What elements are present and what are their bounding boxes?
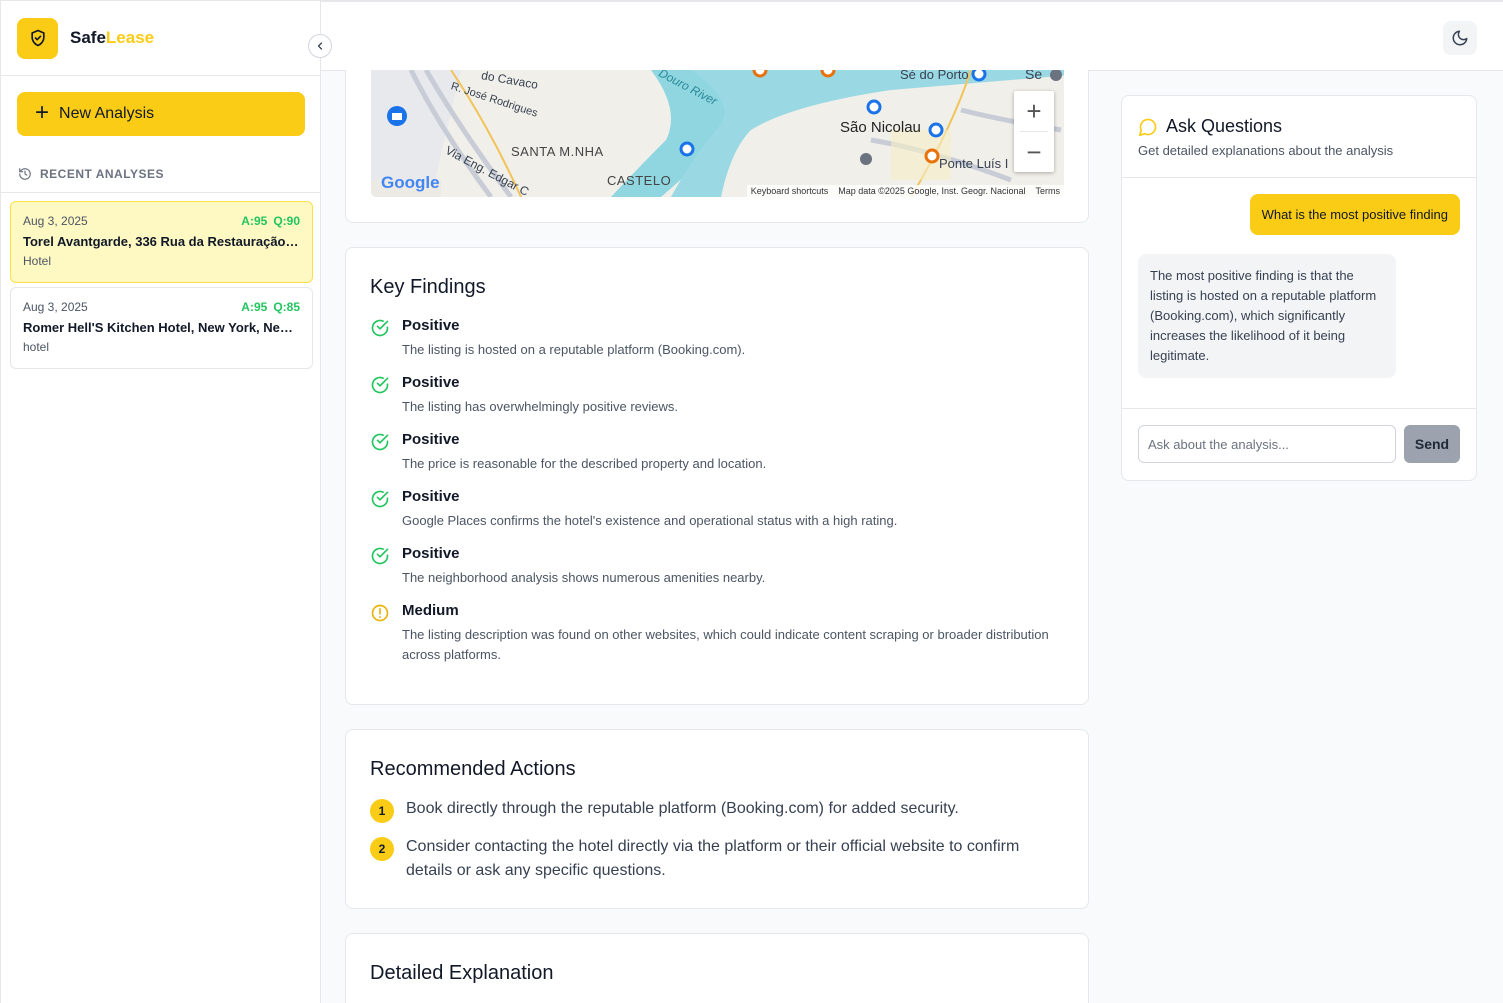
- map-footer: Keyboard shortcuts Map data ©2025 Google…: [746, 185, 1064, 197]
- action-text: Book directly through the reputable plat…: [406, 800, 959, 817]
- check-circle-icon: [371, 490, 389, 508]
- finding-description: The neighborhood analysis shows numerous…: [402, 570, 766, 585]
- assistant-message-bubble: The most positive finding is that the li…: [1138, 254, 1396, 378]
- detailed-explanation-title: Detailed Explanation: [370, 962, 554, 984]
- brand-name-part2: Lease: [105, 28, 155, 47]
- question-input[interactable]: [1138, 425, 1396, 463]
- finding-level: Positive: [402, 431, 460, 448]
- finding-description: The listing description was found on oth…: [402, 627, 1049, 662]
- divider: [1, 192, 321, 193]
- recent-analysis-item[interactable]: Aug 3, 2025 A:95 Q:90 Torel Avantgarde, 3…: [10, 201, 313, 283]
- location-map[interactable]: do Cavaco R. José Rodrigues Douro River …: [371, 70, 1064, 197]
- authenticity-score: A:95: [241, 300, 268, 314]
- brand-name-part1: Safe: [70, 28, 106, 47]
- top-bar: [321, 0, 1503, 71]
- detailed-explanation-card: Detailed Explanation: [345, 933, 1089, 1003]
- zoom-in-button[interactable]: +: [1014, 91, 1054, 131]
- action-item: 1 Book directly through the reputable pl…: [370, 799, 1064, 823]
- action-item: 2 Consider contacting the hotel directly…: [370, 837, 1064, 883]
- brand[interactable]: SafeLease: [1, 1, 320, 76]
- item-date: Aug 3, 2025: [23, 300, 88, 314]
- map-zoom-control: + −: [1014, 91, 1054, 172]
- map-label: Sé do Porto: [900, 70, 969, 82]
- new-analysis-button[interactable]: + New Analysis: [17, 92, 305, 136]
- recommended-actions-title: Recommended Actions: [370, 758, 576, 780]
- item-type: hotel: [23, 340, 50, 354]
- item-title: Romer Hell'S Kitchen Hotel, New York, Ne…: [23, 320, 300, 335]
- map-label: Se: [1025, 70, 1043, 82]
- check-circle-icon: [371, 376, 389, 394]
- finding-description: The price is reasonable for the describe…: [402, 456, 767, 471]
- item-type: Hotel: [23, 254, 52, 268]
- zoom-out-button[interactable]: −: [1014, 132, 1054, 172]
- authenticity-score: A:95: [241, 214, 268, 228]
- finding-item: Positive The price is reasonable for the …: [370, 431, 1064, 474]
- check-circle-icon: [371, 319, 389, 337]
- chat-bubble-icon: [1138, 118, 1157, 136]
- map-label: SANTA M.NHA: [511, 144, 604, 159]
- finding-level: Positive: [402, 317, 460, 334]
- item-scores: A:95 Q:90: [241, 214, 300, 228]
- quality-score: Q:85: [273, 300, 300, 314]
- collapse-sidebar-button[interactable]: [308, 34, 332, 58]
- finding-level: Positive: [402, 488, 460, 505]
- brand-name: SafeLease: [70, 28, 154, 48]
- ask-questions-panel: Ask Questions Get detailed explanations …: [1121, 95, 1477, 481]
- sidebar: SafeLease + New Analysis RECENT ANALYSES…: [0, 0, 321, 1003]
- terms-link[interactable]: Terms: [1036, 186, 1061, 196]
- map-label: São Nicolau: [840, 119, 921, 136]
- keyboard-shortcuts-link[interactable]: Keyboard shortcuts: [751, 186, 829, 196]
- check-circle-icon: [371, 547, 389, 565]
- ask-input-bar: Send: [1122, 408, 1476, 480]
- map-card: do Cavaco R. José Rodrigues Douro River …: [345, 70, 1089, 223]
- finding-item: Positive The listing has overwhelmingly p…: [370, 374, 1064, 417]
- key-findings-card: Key Findings Positive The listing is host…: [345, 247, 1089, 705]
- send-button[interactable]: Send: [1404, 425, 1460, 463]
- history-icon: [19, 168, 31, 180]
- action-number-badge: 1: [370, 799, 394, 823]
- finding-item: Medium The listing description was found …: [370, 602, 1064, 665]
- ask-title-label: Ask Questions: [1166, 116, 1283, 136]
- new-analysis-label: New Analysis: [59, 105, 155, 122]
- finding-item: Positive The neighborhood analysis shows …: [370, 545, 1064, 588]
- map-label: CASTELO: [607, 173, 672, 188]
- chevron-left-icon: [317, 42, 323, 50]
- item-date: Aug 3, 2025: [23, 214, 88, 228]
- alert-circle-icon: [371, 604, 389, 622]
- google-logo: Google: [381, 173, 440, 192]
- finding-description: The listing is hosted on a reputable pla…: [402, 342, 746, 357]
- finding-level: Positive: [402, 374, 460, 391]
- ask-title: Ask Questions: [1138, 116, 1460, 137]
- recent-analysis-item[interactable]: Aug 3, 2025 A:95 Q:85 Romer Hell'S Kitche…: [10, 287, 313, 369]
- recent-heading-label: RECENT ANALYSES: [40, 167, 164, 181]
- moon-icon: [1452, 30, 1468, 46]
- recommended-actions-card: Recommended Actions 1 Book directly thro…: [345, 729, 1089, 909]
- ask-header: Ask Questions Get detailed explanations …: [1122, 96, 1476, 178]
- finding-description: The listing has overwhelmingly positive …: [402, 399, 679, 414]
- item-scores: A:95 Q:85: [241, 300, 300, 314]
- plus-icon: +: [35, 98, 50, 126]
- recent-analyses-heading: RECENT ANALYSES: [18, 167, 164, 181]
- action-text: Consider contacting the hotel directly v…: [406, 838, 1020, 879]
- map-label: Ponte Luís I: [939, 156, 1009, 171]
- finding-level: Positive: [402, 545, 460, 562]
- shield-logo-icon: [17, 17, 58, 59]
- finding-item: Positive Google Places confirms the hotel…: [370, 488, 1064, 531]
- item-title: Torel Avantgarde, 336 Rua da Restauração…: [23, 234, 300, 249]
- key-findings-title: Key Findings: [370, 276, 486, 298]
- map-data-attribution: Map data ©2025 Google, Inst. Geogr. Naci…: [838, 186, 1026, 196]
- check-circle-icon: [371, 433, 389, 451]
- theme-toggle-button[interactable]: [1443, 21, 1477, 55]
- ask-subtitle: Get detailed explanations about the anal…: [1138, 143, 1394, 158]
- action-number-badge: 2: [370, 837, 394, 861]
- finding-level: Medium: [402, 602, 459, 619]
- user-message-bubble: What is the most positive finding: [1249, 194, 1460, 235]
- quality-score: Q:90: [273, 214, 300, 228]
- finding-description: Google Places confirms the hotel's exist…: [402, 513, 898, 528]
- finding-item: Positive The listing is hosted on a reput…: [370, 317, 1064, 360]
